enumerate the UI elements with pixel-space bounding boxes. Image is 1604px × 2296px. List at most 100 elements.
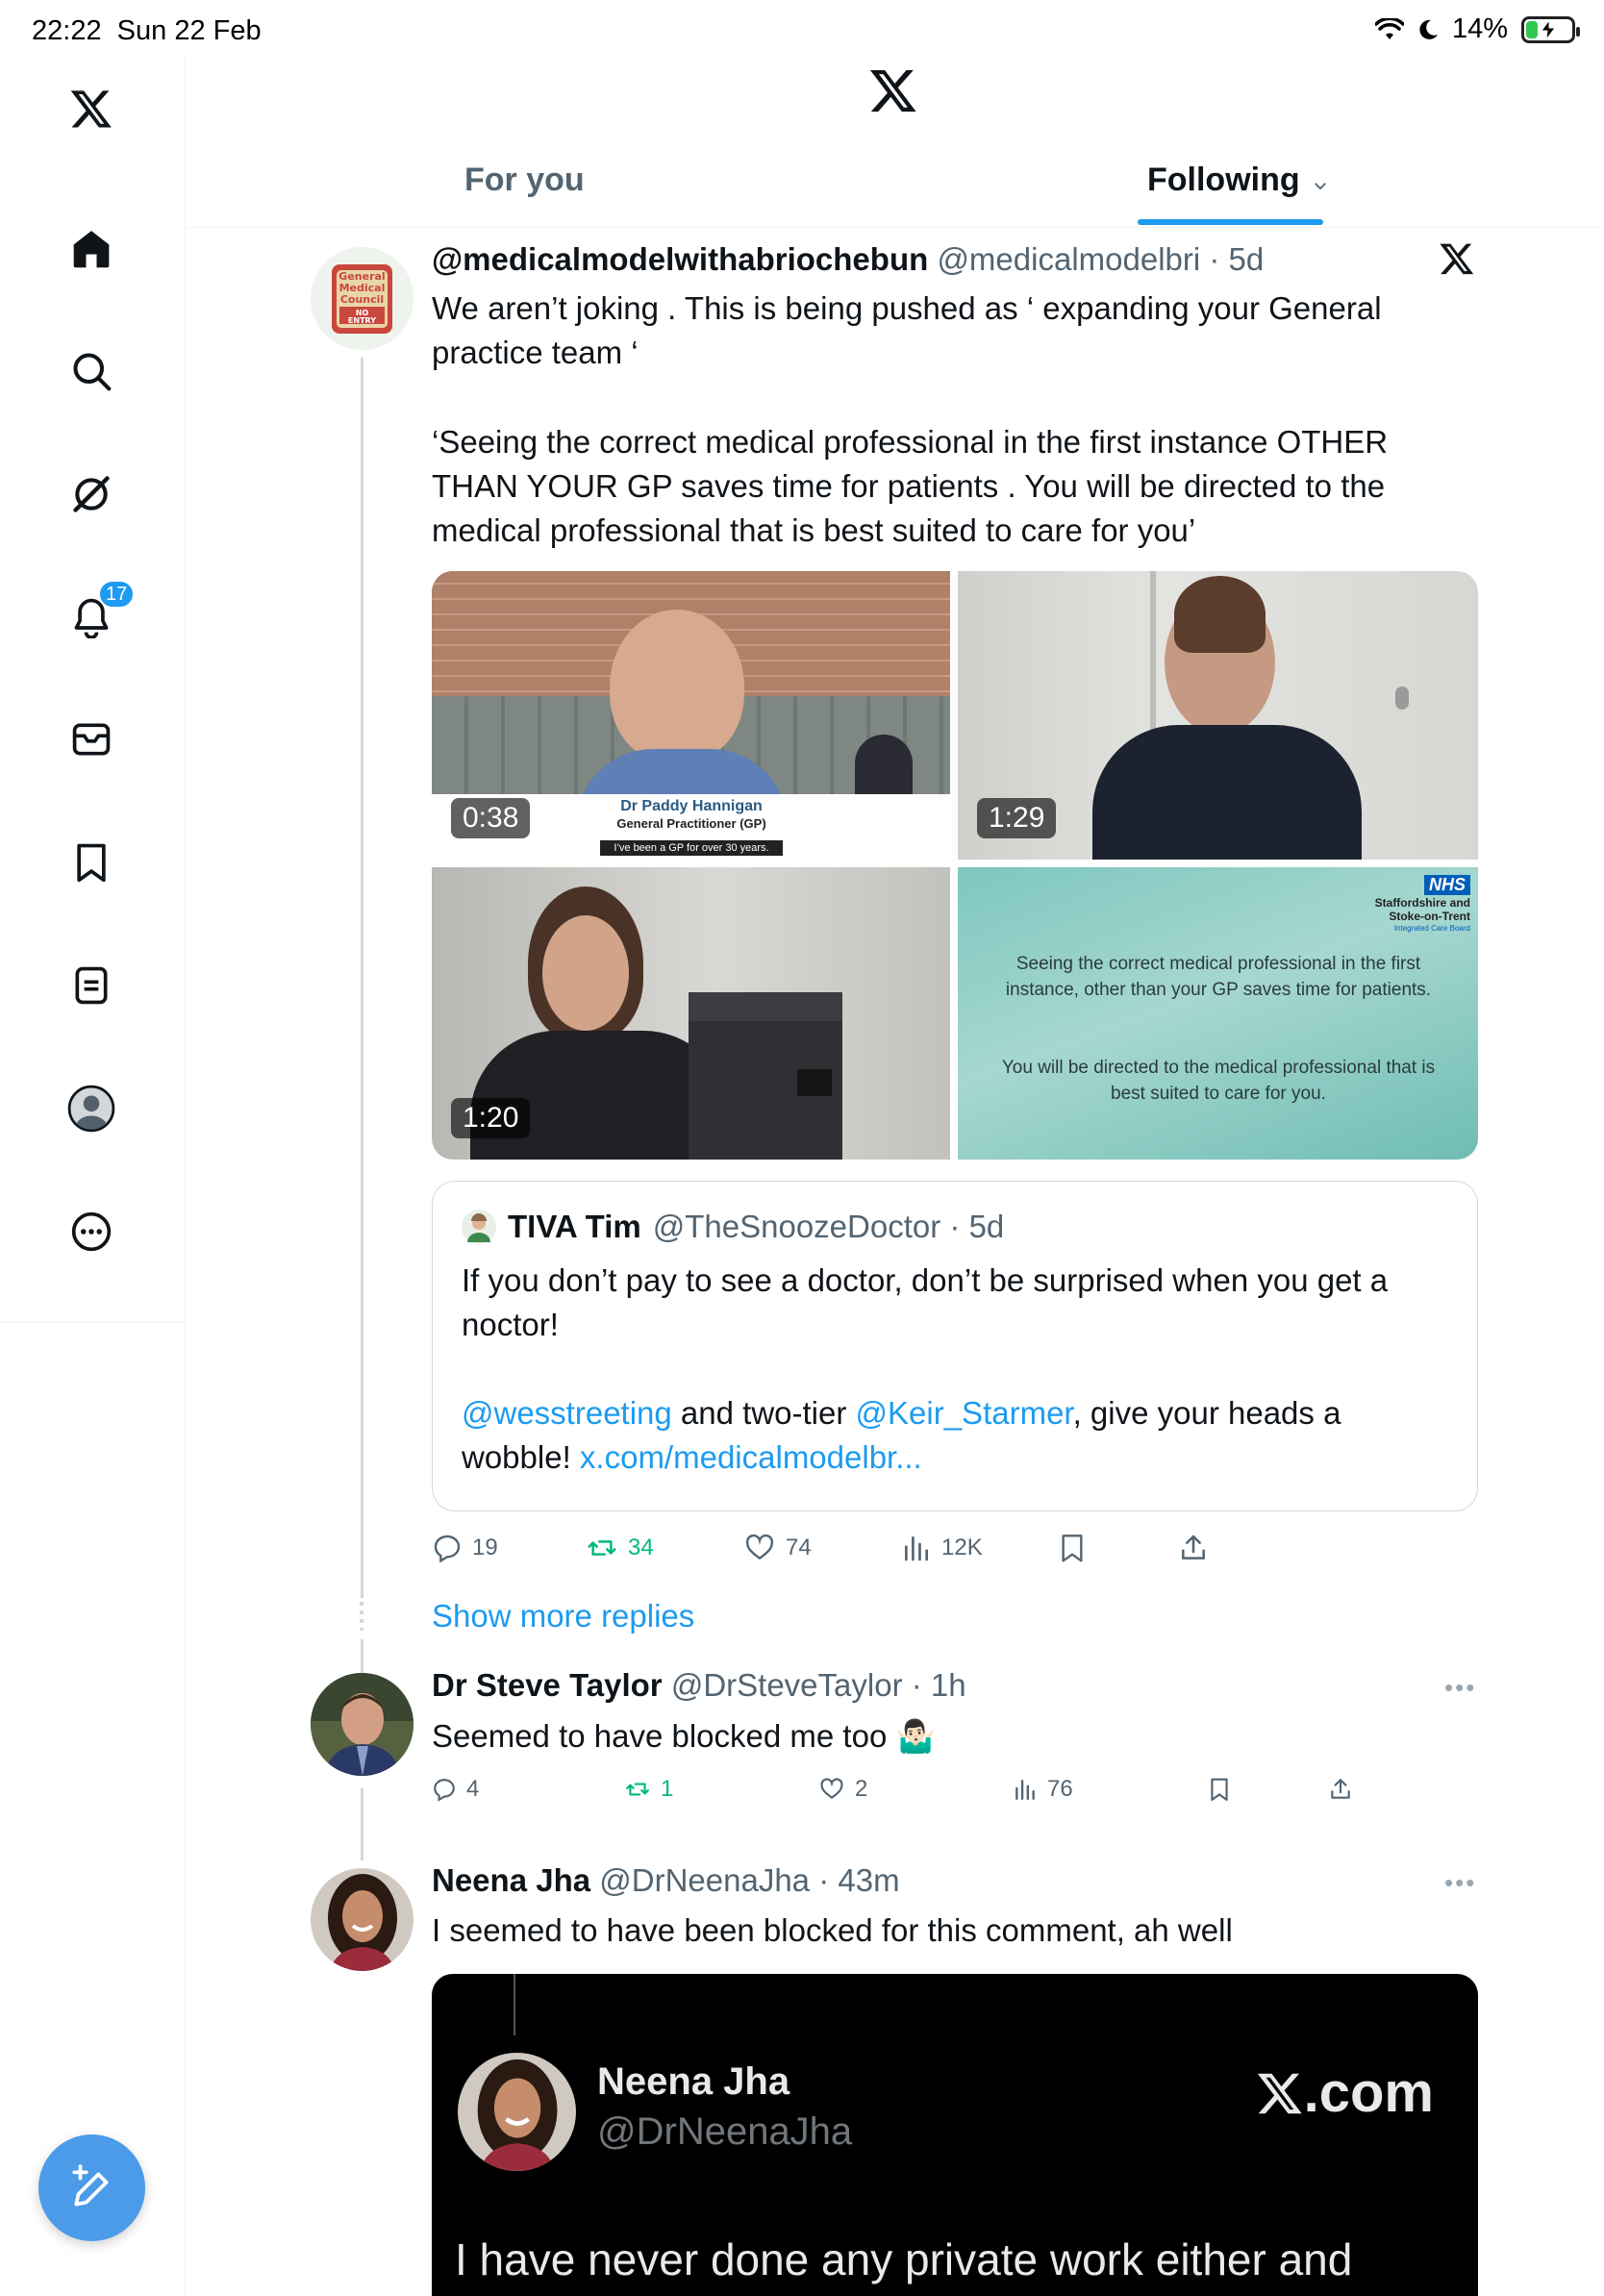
dot-separator: · <box>902 1667 931 1703</box>
avatar[interactable] <box>311 1673 414 1776</box>
tab-following[interactable]: Following <box>1147 162 1329 219</box>
quote-line: @wesstreeting and two-tier @Keir_Starmer… <box>462 1395 1341 1475</box>
sidebar-divider <box>0 1322 186 1323</box>
quoted-tweet[interactable]: TIVA Tim @TheSnoozeDoctor · 5d If you do… <box>432 1181 1478 1511</box>
mention-link[interactable]: @wesstreeting <box>462 1395 672 1431</box>
tweet-header: Dr Steve Taylor @DrSteveTaylor · 1h <box>432 1667 966 1704</box>
quote-text: If you don’t pay to see a doctor, don’t … <box>462 1259 1433 1480</box>
repost-count: 34 <box>628 1535 654 1560</box>
lists-icon[interactable] <box>63 958 119 1013</box>
display-name[interactable]: Neena Jha <box>432 1862 590 1898</box>
display-name[interactable]: Dr Steve Taylor <box>432 1667 663 1703</box>
tweet-text: Seemed to have blocked me too 🤷🏻‍♂️ <box>432 1718 936 1754</box>
x-logo-icon[interactable] <box>1439 240 1475 282</box>
quote-line: If you don’t pay to see a doctor, don’t … <box>462 1262 1389 1342</box>
timestamp[interactable]: 43m <box>838 1862 899 1898</box>
home-icon[interactable] <box>63 221 119 277</box>
views-button[interactable]: 12K <box>901 1533 983 1563</box>
avatar[interactable]: General Medical Council NO ENTRY <box>311 247 414 350</box>
mention-link[interactable]: @Keir_Starmer <box>856 1395 1073 1431</box>
like-count: 74 <box>786 1535 812 1560</box>
repost-icon <box>626 1783 649 1796</box>
handle[interactable]: @DrSteveTaylor <box>671 1667 903 1703</box>
handle[interactable]: @DrNeenaJha <box>599 1862 810 1898</box>
video-thumbnail[interactable]: 1:20 <box>432 867 950 1160</box>
repost-icon <box>588 1540 616 1556</box>
display-name[interactable]: @medicalmodelwithabriochebun <box>432 241 928 277</box>
share-button[interactable] <box>1178 1533 1209 1563</box>
sidebar: 17 <box>0 58 186 2296</box>
repost-button[interactable]: 34 <box>586 1533 654 1563</box>
avatar <box>458 2053 576 2171</box>
chevron-down-icon[interactable] <box>1312 177 1329 194</box>
share-icon <box>1331 1779 1350 1799</box>
like-button[interactable]: 74 <box>743 1533 812 1563</box>
video-thumbnail[interactable]: Dr Paddy Hannigan General Practitioner (… <box>432 571 950 860</box>
battery-percent: 14% <box>1451 13 1508 44</box>
view-count: 76 <box>1047 1776 1073 1802</box>
video-duration: 1:20 <box>451 1098 531 1138</box>
more-options-icon[interactable]: ••• <box>1444 1868 1476 1898</box>
url-link[interactable]: x.com/medicalmodelbr... <box>580 1439 922 1475</box>
image-thumbnail[interactable]: NHS Staffordshire and Stoke-on-Trent Int… <box>958 867 1478 1160</box>
reply-button[interactable]: 19 <box>432 1533 498 1563</box>
bookmark-icon <box>1211 1778 1228 1801</box>
thread-connector-dots <box>360 1602 363 1631</box>
views-button[interactable]: 76 <box>1013 1776 1073 1803</box>
timestamp[interactable]: 5d <box>1229 241 1265 277</box>
handle: @TheSnoozeDoctor · 5d <box>652 1209 1005 1244</box>
more-options-icon[interactable]: ••• <box>1444 1673 1476 1703</box>
like-count: 2 <box>855 1776 868 1802</box>
grok-icon[interactable] <box>63 466 119 522</box>
tweet-actions: 19 34 74 12K <box>432 1529 1478 1567</box>
video-subtitle: I’ve been a GP for over 30 years. <box>600 840 783 856</box>
heart-icon <box>820 1778 843 1799</box>
like-button[interactable]: 2 <box>818 1776 867 1803</box>
tweet-text: I seemed to have been blocked for this c… <box>432 1912 1233 1948</box>
image-text: Seeing the correct medical professional … <box>1005 954 1432 1000</box>
share-button[interactable] <box>1328 1777 1353 1802</box>
reply-icon <box>434 1535 461 1563</box>
notifications-icon[interactable]: 17 <box>63 580 136 645</box>
org-name-line: Integrated Care Board <box>1393 924 1470 933</box>
x-logo-icon[interactable] <box>63 81 119 137</box>
timestamp[interactable]: 1h <box>931 1667 966 1703</box>
video-duration: 1:29 <box>977 798 1057 838</box>
repost-button[interactable]: 1 <box>624 1776 673 1803</box>
avatar-text: Council <box>340 293 384 306</box>
timeline-header: For you Following <box>186 58 1604 228</box>
avatar[interactable] <box>311 1868 414 1971</box>
status-time: 22:22 Sun 22 Feb <box>32 15 262 46</box>
bookmark-button[interactable] <box>1057 1533 1088 1563</box>
status-bar: 22:22 Sun 22 Feb 14% <box>0 0 1604 58</box>
reply-button[interactable]: 4 <box>432 1776 479 1803</box>
thread-line <box>514 1974 515 2035</box>
wifi-icon <box>1374 17 1404 39</box>
video-duration: 0:38 <box>451 798 531 838</box>
compose-icon <box>71 2163 108 2207</box>
view-count: 12K <box>941 1535 983 1560</box>
bookmark-button[interactable] <box>1207 1777 1232 1802</box>
more-options-icon[interactable] <box>63 1204 119 1260</box>
tweet-header: Neena Jha @DrNeenaJha · 43m <box>432 1862 900 1899</box>
tweet-text: We aren’t joking . This is being pushed … <box>432 290 1382 370</box>
org-name-line: Stoke-on-Trent <box>1389 910 1470 923</box>
media-grid: Dr Paddy Hannigan General Practitioner (… <box>432 571 1478 1160</box>
reply-icon <box>434 1779 455 1802</box>
bookmarks-icon[interactable] <box>63 835 119 890</box>
handle[interactable]: @medicalmodelbri <box>937 241 1200 277</box>
x-logo-icon[interactable] <box>868 65 918 120</box>
search-icon[interactable] <box>63 343 119 399</box>
bookmark-icon <box>1062 1535 1083 1562</box>
embed-brand-text: .com <box>1303 2061 1434 2124</box>
embed-display-name: Neena Jha <box>597 2060 790 2103</box>
show-more-replies-link[interactable]: Show more replies <box>432 1598 694 1635</box>
profile-icon[interactable] <box>63 1081 119 1136</box>
embedded-screenshot[interactable]: Neena Jha @DrNeenaJha .com I have never … <box>432 1974 1478 2296</box>
status-indicators: 14% <box>1374 13 1580 45</box>
messages-icon[interactable] <box>63 711 119 767</box>
compose-button[interactable] <box>38 2134 145 2241</box>
tab-for-you[interactable]: For you <box>464 162 585 219</box>
embed-handle: @DrNeenaJha <box>597 2110 853 2153</box>
video-thumbnail[interactable]: 1:29 <box>958 571 1478 860</box>
